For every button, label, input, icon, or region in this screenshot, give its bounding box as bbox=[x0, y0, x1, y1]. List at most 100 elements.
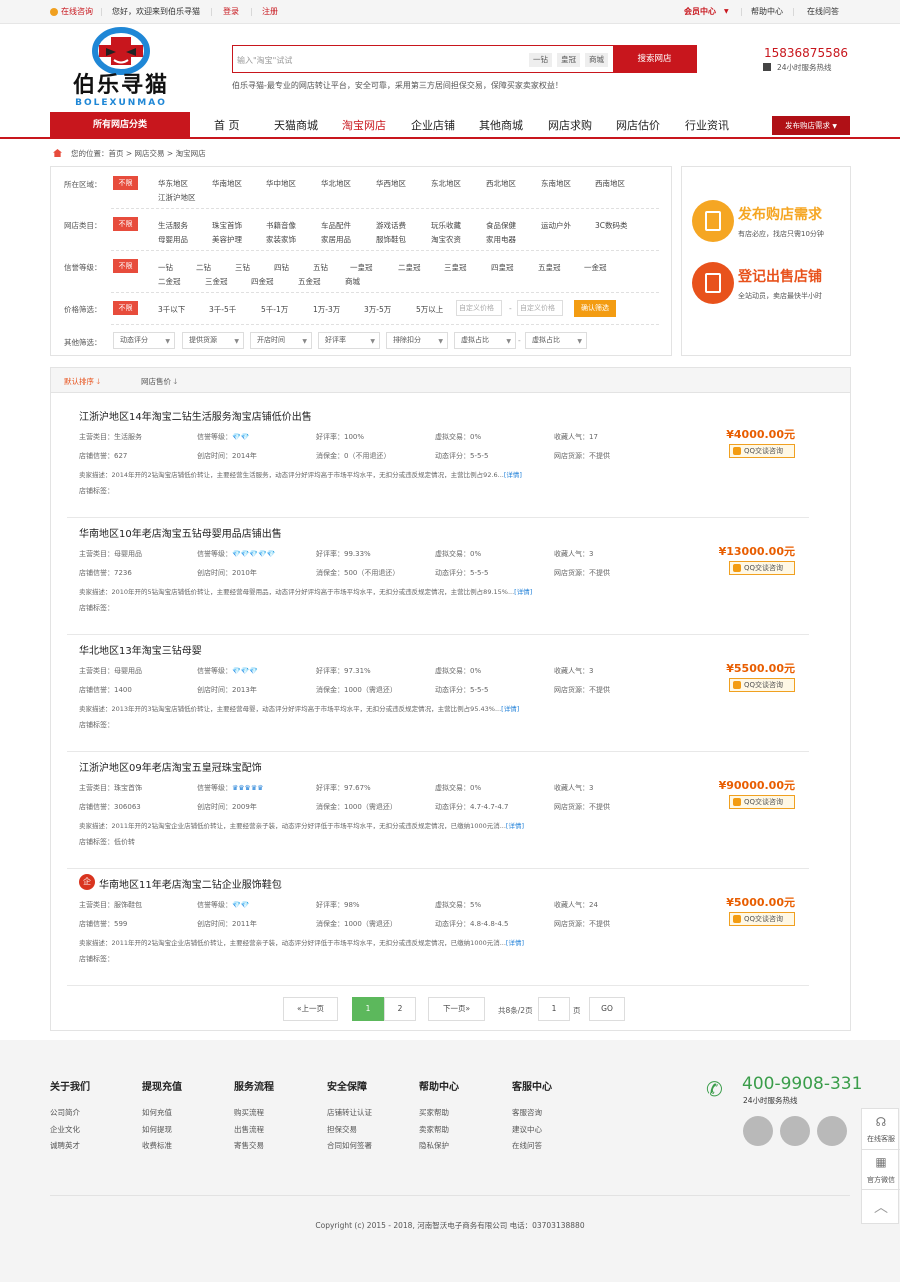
filter-option[interactable]: 车品配件 bbox=[321, 220, 351, 231]
filter-select[interactable]: 好评率 ▼ bbox=[318, 332, 380, 349]
breadcrumb-text[interactable]: 您的位置：首页 > 网店交易 > 淘宝网店 bbox=[71, 149, 206, 158]
footer-link[interactable]: 收费标准 bbox=[142, 1138, 182, 1155]
search-input[interactable]: 输入"淘宝"试试 bbox=[237, 55, 292, 66]
footer-link[interactable]: 企业文化 bbox=[50, 1122, 90, 1139]
filter-option[interactable]: 五金冠 bbox=[298, 276, 321, 287]
sort-default[interactable]: 默认排序 🡓 bbox=[64, 376, 100, 389]
filter-option[interactable]: 华中地区 bbox=[266, 178, 296, 189]
filter-option[interactable]: 东南地区 bbox=[541, 178, 571, 189]
filter-select[interactable]: 虚拟占比 ▼ bbox=[454, 332, 516, 349]
detail-link[interactable]: [详情] bbox=[514, 588, 532, 596]
search-tag[interactable]: 商城 bbox=[585, 53, 608, 67]
filter-option[interactable]: 5千-1万 bbox=[261, 304, 288, 315]
filter-select[interactable]: 虚拟占比 ▼ bbox=[525, 332, 587, 349]
filter-select[interactable]: 动态评分 ▼ bbox=[113, 332, 175, 349]
filter-option[interactable]: 3C数码类 bbox=[595, 220, 628, 231]
footer-link[interactable]: 合同如何签署 bbox=[327, 1138, 372, 1155]
filter-option[interactable]: 四钻 bbox=[274, 262, 289, 273]
filter-option[interactable]: 江浙沪地区 bbox=[158, 192, 196, 203]
footer-link[interactable]: 卖家帮助 bbox=[419, 1122, 459, 1139]
nav-enterprise[interactable]: 企业店铺 bbox=[411, 112, 455, 139]
filter-option[interactable]: 四金冠 bbox=[251, 276, 274, 287]
listing-title[interactable]: 江浙沪地区09年老店淘宝五皇冠珠宝配饰 bbox=[79, 759, 262, 774]
confirm-filter-button[interactable]: 确认筛选 bbox=[574, 300, 616, 317]
filter-option[interactable]: 生活服务 bbox=[158, 220, 188, 231]
filter-option[interactable]: 二钻 bbox=[196, 262, 211, 273]
filter-option[interactable]: 华西地区 bbox=[376, 178, 406, 189]
qq-consult-button[interactable]: QQ交谈咨询 bbox=[729, 678, 795, 692]
filter-all-category[interactable]: 不限 bbox=[113, 217, 138, 231]
nav-news[interactable]: 行业资讯 bbox=[685, 112, 729, 139]
filter-select[interactable]: 排除扣分 ▼ bbox=[386, 332, 448, 349]
filter-option[interactable]: 一钻 bbox=[158, 262, 173, 273]
filter-option[interactable]: 服饰鞋包 bbox=[376, 234, 406, 245]
filter-option[interactable]: 游戏话费 bbox=[376, 220, 406, 231]
footer-link[interactable]: 公司简介 bbox=[50, 1105, 90, 1122]
detail-link[interactable]: [详情] bbox=[506, 939, 524, 947]
filter-option[interactable]: 东北地区 bbox=[431, 178, 461, 189]
go-button[interactable]: GO bbox=[589, 997, 625, 1021]
listing-title[interactable]: 华北地区13年淘宝三钻母婴 bbox=[79, 642, 202, 657]
filter-option[interactable]: 家装家饰 bbox=[266, 234, 296, 245]
detail-link[interactable]: [详情] bbox=[504, 471, 522, 479]
filter-option[interactable]: 华南地区 bbox=[212, 178, 242, 189]
search-tag[interactable]: 一钻 bbox=[529, 53, 552, 67]
footer-link[interactable]: 客服咨询 bbox=[512, 1105, 552, 1122]
filter-option[interactable]: 三金冠 bbox=[205, 276, 228, 287]
filter-option[interactable]: 华东地区 bbox=[158, 178, 188, 189]
qq-consult-button[interactable]: QQ交谈咨询 bbox=[729, 444, 795, 458]
price-min-input[interactable]: 自定义价格 bbox=[456, 300, 502, 316]
page-button[interactable]: 2 bbox=[384, 997, 416, 1021]
filter-option[interactable]: 5万以上 bbox=[416, 304, 443, 315]
nav-tmall[interactable]: 天猫商城 bbox=[274, 112, 318, 139]
login-link[interactable]: 登录 bbox=[223, 7, 239, 17]
filter-option[interactable]: 四皇冠 bbox=[491, 262, 514, 273]
footer-link[interactable]: 担保交易 bbox=[327, 1122, 372, 1139]
site-logo[interactable]: 伯乐寻猫 BOLEXUNMAO bbox=[50, 24, 192, 110]
filter-option[interactable]: 母婴用品 bbox=[158, 234, 188, 245]
footer-link[interactable]: 店铺转让认证 bbox=[327, 1105, 372, 1122]
footer-link[interactable]: 购买流程 bbox=[234, 1105, 274, 1122]
sort-price[interactable]: 网店售价 🡓 bbox=[141, 376, 177, 389]
nav-other-mall[interactable]: 其他商城 bbox=[479, 112, 523, 139]
wechat-button[interactable]: 官方微信 bbox=[862, 1175, 900, 1185]
filter-option[interactable]: 书籍音像 bbox=[266, 220, 296, 231]
filter-option[interactable]: 食品保健 bbox=[486, 220, 516, 231]
footer-link[interactable]: 买家帮助 bbox=[419, 1105, 459, 1122]
chat-icon[interactable] bbox=[817, 1116, 847, 1146]
publish-demand-title[interactable]: 发布购店需求 bbox=[738, 204, 822, 224]
search-tag[interactable]: 皇冠 bbox=[557, 53, 580, 67]
weibo-icon[interactable] bbox=[780, 1116, 810, 1146]
filter-option[interactable]: 3千以下 bbox=[158, 304, 185, 315]
listing-title[interactable]: 华南地区10年老店淘宝五钻母婴用品店铺出售 bbox=[79, 525, 282, 540]
page-button-current[interactable]: 1 bbox=[352, 997, 384, 1021]
listing-title[interactable]: 华南地区11年老店淘宝二钻企业服饰鞋包 bbox=[99, 876, 282, 891]
member-center-link[interactable]: 会员中心 bbox=[684, 7, 716, 17]
filter-option[interactable]: 美容护理 bbox=[212, 234, 242, 245]
filter-option[interactable]: 三钻 bbox=[235, 262, 250, 273]
footer-link[interactable]: 寄售交易 bbox=[234, 1138, 274, 1155]
filter-option[interactable]: 家用电器 bbox=[486, 234, 516, 245]
nav-home[interactable]: 首 页 bbox=[214, 112, 240, 139]
prev-page-button[interactable]: «上一页 bbox=[283, 997, 338, 1021]
filter-option[interactable]: 一皇冠 bbox=[350, 262, 373, 273]
filter-option[interactable]: 3万-5万 bbox=[364, 304, 391, 315]
filter-all-price[interactable]: 不限 bbox=[113, 301, 138, 315]
detail-link[interactable]: [详情] bbox=[506, 822, 524, 830]
footer-link[interactable]: 如何提现 bbox=[142, 1122, 182, 1139]
filter-option[interactable]: 1万-3万 bbox=[313, 304, 340, 315]
filter-option[interactable]: 运动户外 bbox=[541, 220, 571, 231]
filter-option[interactable]: 3千-5千 bbox=[209, 304, 236, 315]
detail-link[interactable]: [详情] bbox=[501, 705, 519, 713]
filter-option[interactable]: 淘宝农资 bbox=[431, 234, 461, 245]
footer-link[interactable]: 在线问答 bbox=[512, 1138, 552, 1155]
register-link[interactable]: 注册 bbox=[262, 7, 278, 17]
filter-option[interactable]: 华北地区 bbox=[321, 178, 351, 189]
listing-title[interactable]: 江浙沪地区14年淘宝二钻生活服务淘宝店铺低价出售 bbox=[79, 408, 312, 423]
listing-item[interactable]: 企 华南地区11年老店淘宝二钻企业服饰鞋包 主营类目：服饰鞋包 信誉等级：💎💎 … bbox=[67, 870, 809, 986]
footer-link[interactable]: 出售流程 bbox=[234, 1122, 274, 1139]
footer-link[interactable]: 如何充值 bbox=[142, 1105, 182, 1122]
qq-consult-button[interactable]: QQ交谈咨询 bbox=[729, 795, 795, 809]
nav-valuation[interactable]: 网店估价 bbox=[616, 112, 660, 139]
filter-option[interactable]: 五钻 bbox=[313, 262, 328, 273]
